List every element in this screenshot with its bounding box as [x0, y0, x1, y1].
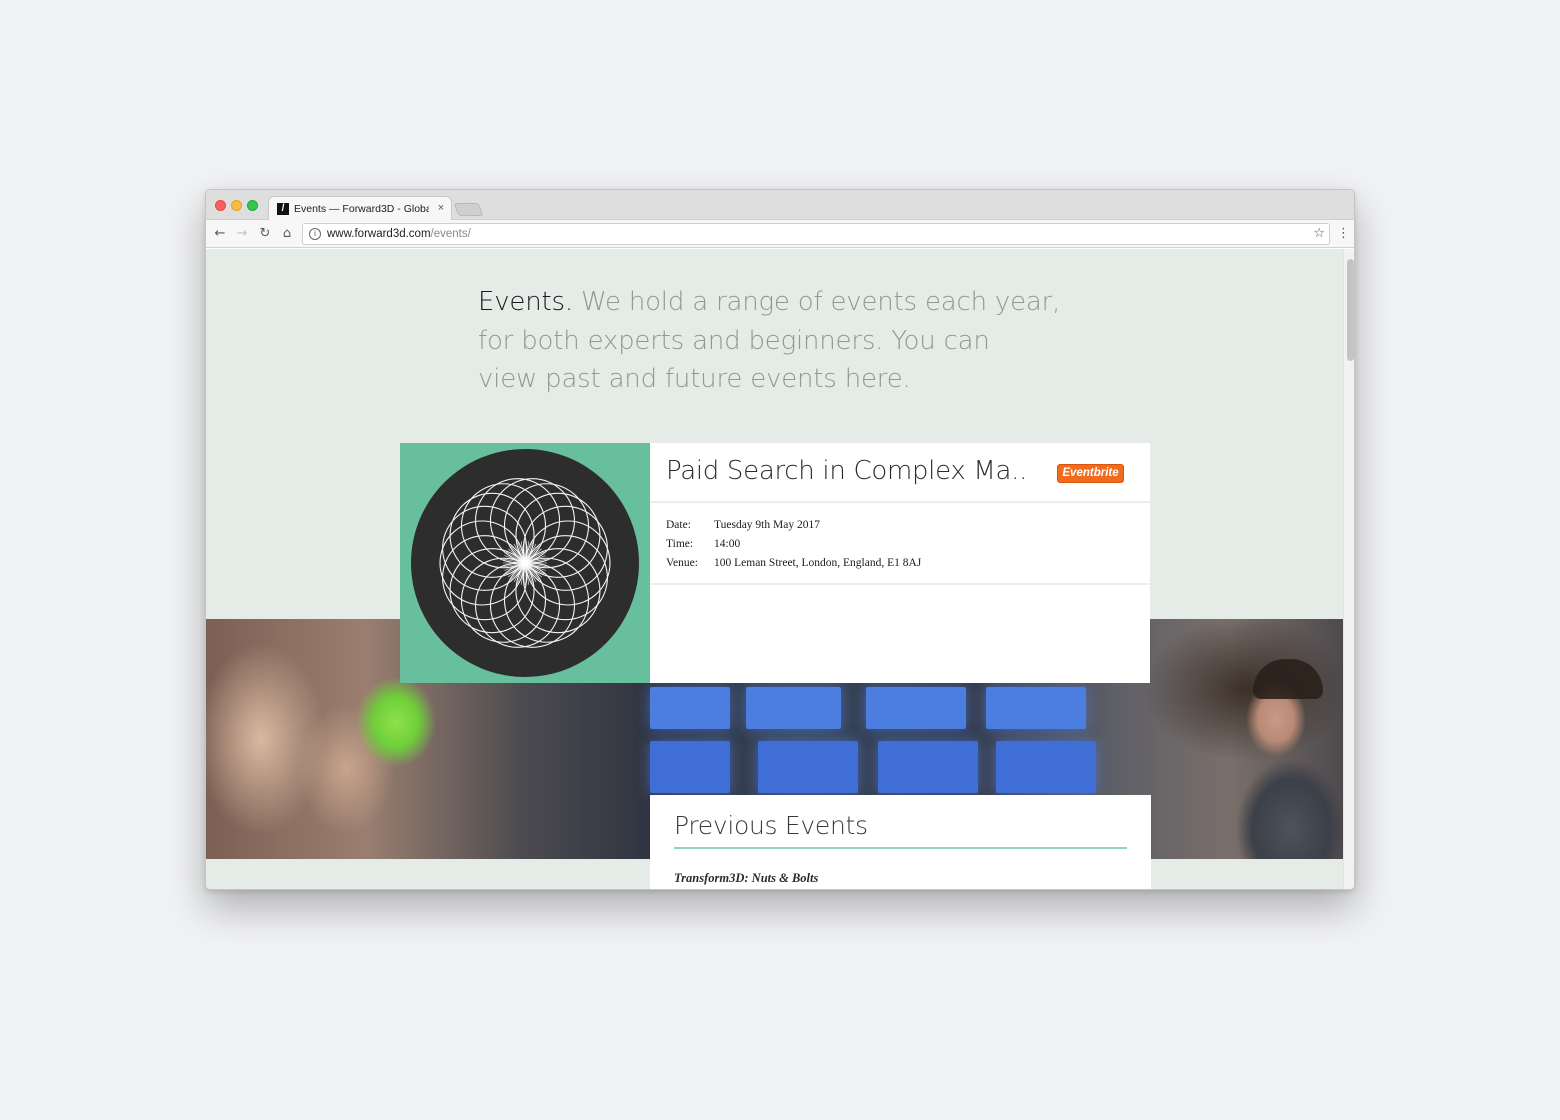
intro-text-line1: We hold a range of events each year,	[572, 287, 1061, 317]
home-icon[interactable]: ⌂	[279, 226, 295, 242]
url-text[interactable]: www.forward3d.com/events/	[327, 228, 471, 240]
url-host: www.forward3d.com	[327, 228, 431, 240]
browser-toolbar: ← → ↻ ⌂ i www.forward3d.com/events/ ☆ ⋮	[206, 220, 1354, 248]
blurred-window-pane	[746, 687, 841, 729]
logo-center-dot	[521, 559, 529, 567]
site-info-icon[interactable]: i	[309, 228, 321, 240]
detail-value: 14:00	[714, 538, 741, 550]
event-details: Date: Tuesday 9th May 2017 Time: 14:00 V…	[650, 505, 1150, 585]
previous-events-panel: Previous Events Transform3D: Nuts & Bolt…	[650, 795, 1151, 889]
browser-tab[interactable]: / Events — Forward3D - Global ×	[268, 196, 452, 221]
url-path: /events/	[430, 228, 471, 240]
tab-title: Events — Forward3D - Global	[294, 203, 429, 215]
event-title[interactable]: Paid Search in Complex Ma..	[666, 456, 1046, 486]
tab-close-icon[interactable]: ×	[435, 202, 447, 216]
detail-value: 100 Leman Street, London, England, E1 8A…	[714, 557, 922, 569]
blurred-window-pane	[650, 741, 730, 793]
detail-label: Venue:	[666, 557, 698, 569]
intro-text-line2: for both experts and beginners. You can	[478, 325, 990, 356]
new-tab-button[interactable]	[453, 203, 484, 216]
forward-arrow-icon[interactable]: →	[234, 226, 250, 242]
blurred-window-pane	[996, 741, 1096, 793]
reload-icon[interactable]: ↻	[257, 226, 273, 242]
address-bar[interactable]: i www.forward3d.com/events/ ☆	[302, 223, 1330, 245]
browser-menu-icon[interactable]: ⋮	[1337, 226, 1350, 242]
previous-events-heading: Previous Events	[674, 811, 868, 840]
events-intro: Events. We hold a range of events each y…	[478, 283, 1098, 399]
scrollbar-thumb[interactable]	[1347, 259, 1354, 361]
intro-title: Events.	[478, 287, 573, 317]
browser-window: / Events — Forward3D - Global × ← → ↻ ⌂ …	[205, 189, 1355, 890]
window-minimize-button[interactable]	[231, 200, 242, 211]
vertical-scrollbar[interactable]	[1343, 249, 1354, 889]
site-favicon-icon: /	[277, 203, 289, 215]
back-arrow-icon[interactable]: ←	[212, 226, 228, 242]
eventbrite-badge-button[interactable]: Eventbrite	[1057, 464, 1124, 483]
previous-event-link[interactable]: Transform3D: Nuts & Bolts	[674, 871, 818, 886]
event-artwork	[400, 443, 650, 683]
blurred-window-pane	[878, 741, 978, 793]
speaker-figure	[1236, 679, 1343, 859]
blurred-window-pane	[866, 687, 966, 729]
window-maximize-button[interactable]	[247, 200, 258, 211]
window-close-button[interactable]	[215, 200, 226, 211]
tab-strip: / Events — Forward3D - Global ×	[206, 190, 1354, 221]
page-viewport: Events. We hold a range of events each y…	[206, 249, 1343, 889]
heading-divider	[674, 847, 1127, 849]
blurred-window-pane	[650, 687, 730, 729]
speaker-hair	[1253, 659, 1323, 699]
spirograph-logo-icon	[411, 449, 639, 677]
upcoming-event-card[interactable]: Paid Search in Complex Ma.. Eventbrite D…	[400, 443, 1150, 683]
detail-value: Tuesday 9th May 2017	[714, 519, 820, 531]
blurred-window-pane	[986, 687, 1086, 729]
detail-label: Date:	[666, 519, 691, 531]
intro-text-line3: view past and future events here.	[478, 364, 911, 394]
bookmark-star-icon[interactable]: ☆	[1313, 226, 1325, 241]
detail-label: Time:	[666, 538, 694, 550]
event-header: Paid Search in Complex Ma.. Eventbrite	[650, 443, 1150, 503]
blurred-window-pane	[758, 741, 858, 793]
